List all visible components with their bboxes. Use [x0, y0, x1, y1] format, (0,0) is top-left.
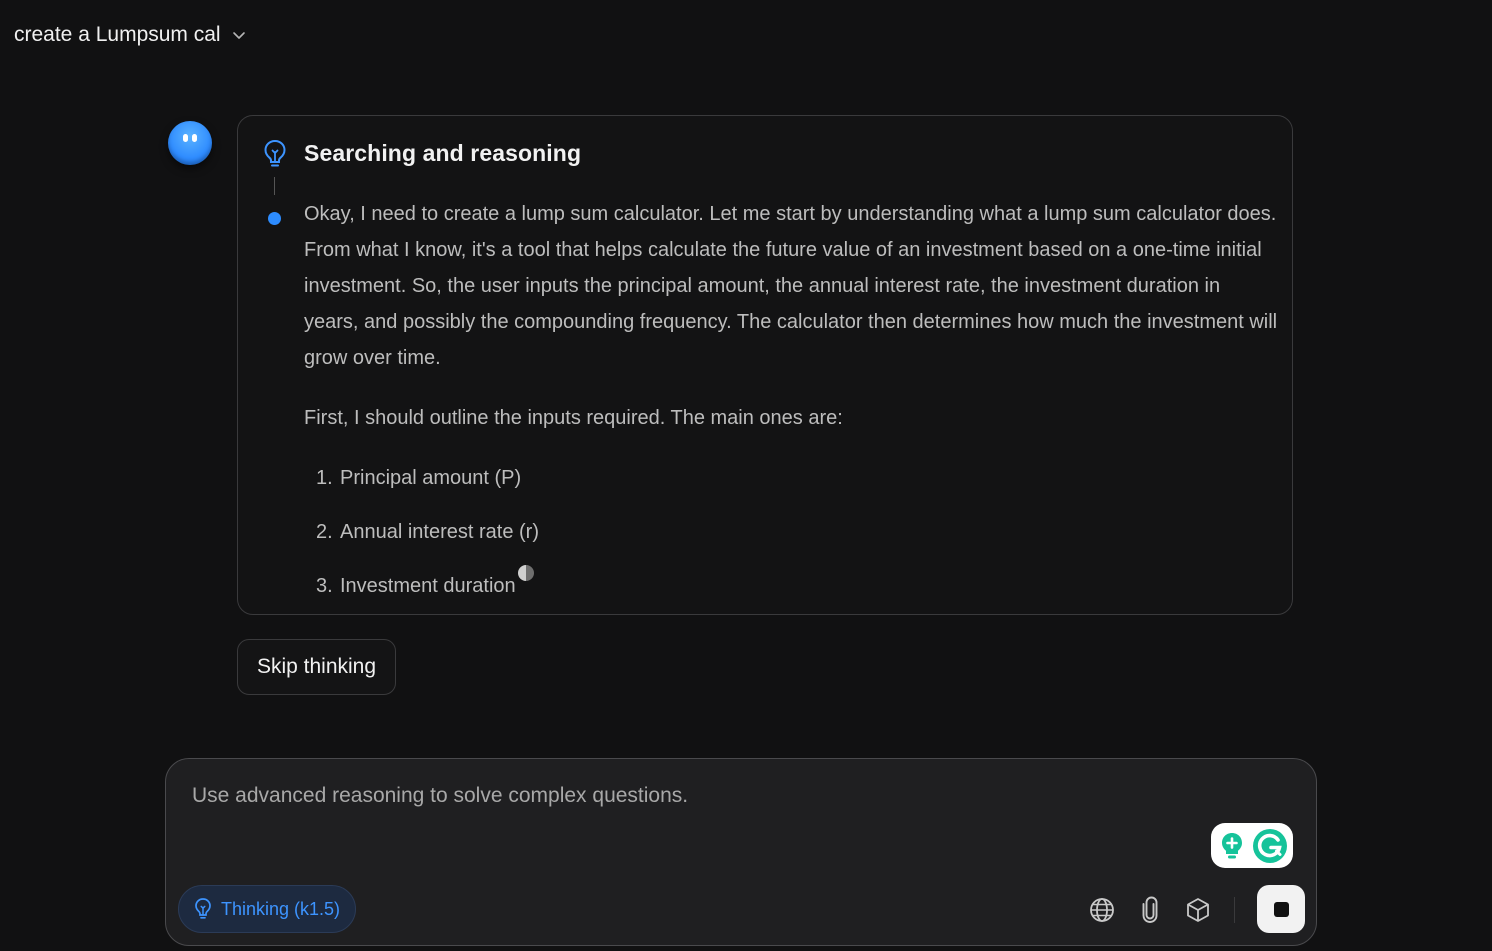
lightbulb-icon [261, 138, 289, 170]
list-item: 3. Investment duration [304, 565, 1279, 604]
assistant-avatar [168, 121, 212, 165]
chevron-down-icon [231, 27, 247, 43]
message-composer: Thinking (k1.5) [165, 758, 1317, 946]
tools-button[interactable] [1183, 895, 1213, 925]
web-search-button[interactable] [1087, 895, 1117, 925]
list-text: Annual interest rate (r) [340, 521, 539, 543]
paperclip-icon [1142, 896, 1158, 923]
typing-cursor-icon [517, 565, 534, 581]
grammarly-widget[interactable] [1211, 823, 1293, 868]
conversation-title-dropdown[interactable]: create a Lumpsum cal [14, 20, 247, 50]
grammarly-g-icon[interactable] [1252, 828, 1288, 864]
stop-generation-button[interactable] [1257, 885, 1305, 933]
skip-thinking-button[interactable]: Skip thinking [237, 639, 396, 695]
list-number: 2. [316, 521, 333, 543]
message-input[interactable] [192, 781, 1192, 811]
attach-file-button[interactable] [1135, 895, 1165, 925]
timeline-connector [274, 177, 275, 195]
lightbulb-icon [195, 898, 211, 919]
list-item: 1. Principal amount (P) [304, 460, 1279, 496]
globe-icon [1090, 898, 1114, 922]
list-text: Principal amount (P) [340, 467, 522, 489]
timeline-step-dot [268, 212, 281, 225]
list-text: Investment duration [340, 575, 516, 597]
grammarly-bulb-icon[interactable] [1216, 830, 1248, 862]
reasoning-list: 1. Principal amount (P) 2. Annual intere… [304, 460, 1279, 604]
reasoning-heading: Searching and reasoning [304, 140, 582, 166]
stop-icon [1273, 901, 1289, 917]
list-number: 1. [316, 467, 333, 489]
cube-icon [1187, 898, 1209, 922]
reasoning-panel: Searching and reasoning Okay, I need to … [237, 115, 1293, 615]
thinking-mode-toggle[interactable]: Thinking (k1.5) [178, 885, 356, 933]
thinking-mode-label: Thinking (k1.5) [221, 898, 341, 919]
toolbar-divider [1234, 897, 1235, 923]
avatar-eye-left [183, 134, 188, 142]
list-item: 2. Annual interest rate (r) [304, 514, 1279, 550]
reasoning-paragraph: First, I should outline the inputs requi… [304, 407, 843, 429]
avatar-eye-right [192, 134, 197, 142]
reasoning-paragraph: Okay, I need to create a lump sum calcul… [304, 203, 1278, 369]
list-number: 3. [316, 575, 333, 597]
reasoning-text: Okay, I need to create a lump sum calcul… [304, 196, 1279, 622]
conversation-title: create a Lumpsum cal [14, 23, 221, 46]
